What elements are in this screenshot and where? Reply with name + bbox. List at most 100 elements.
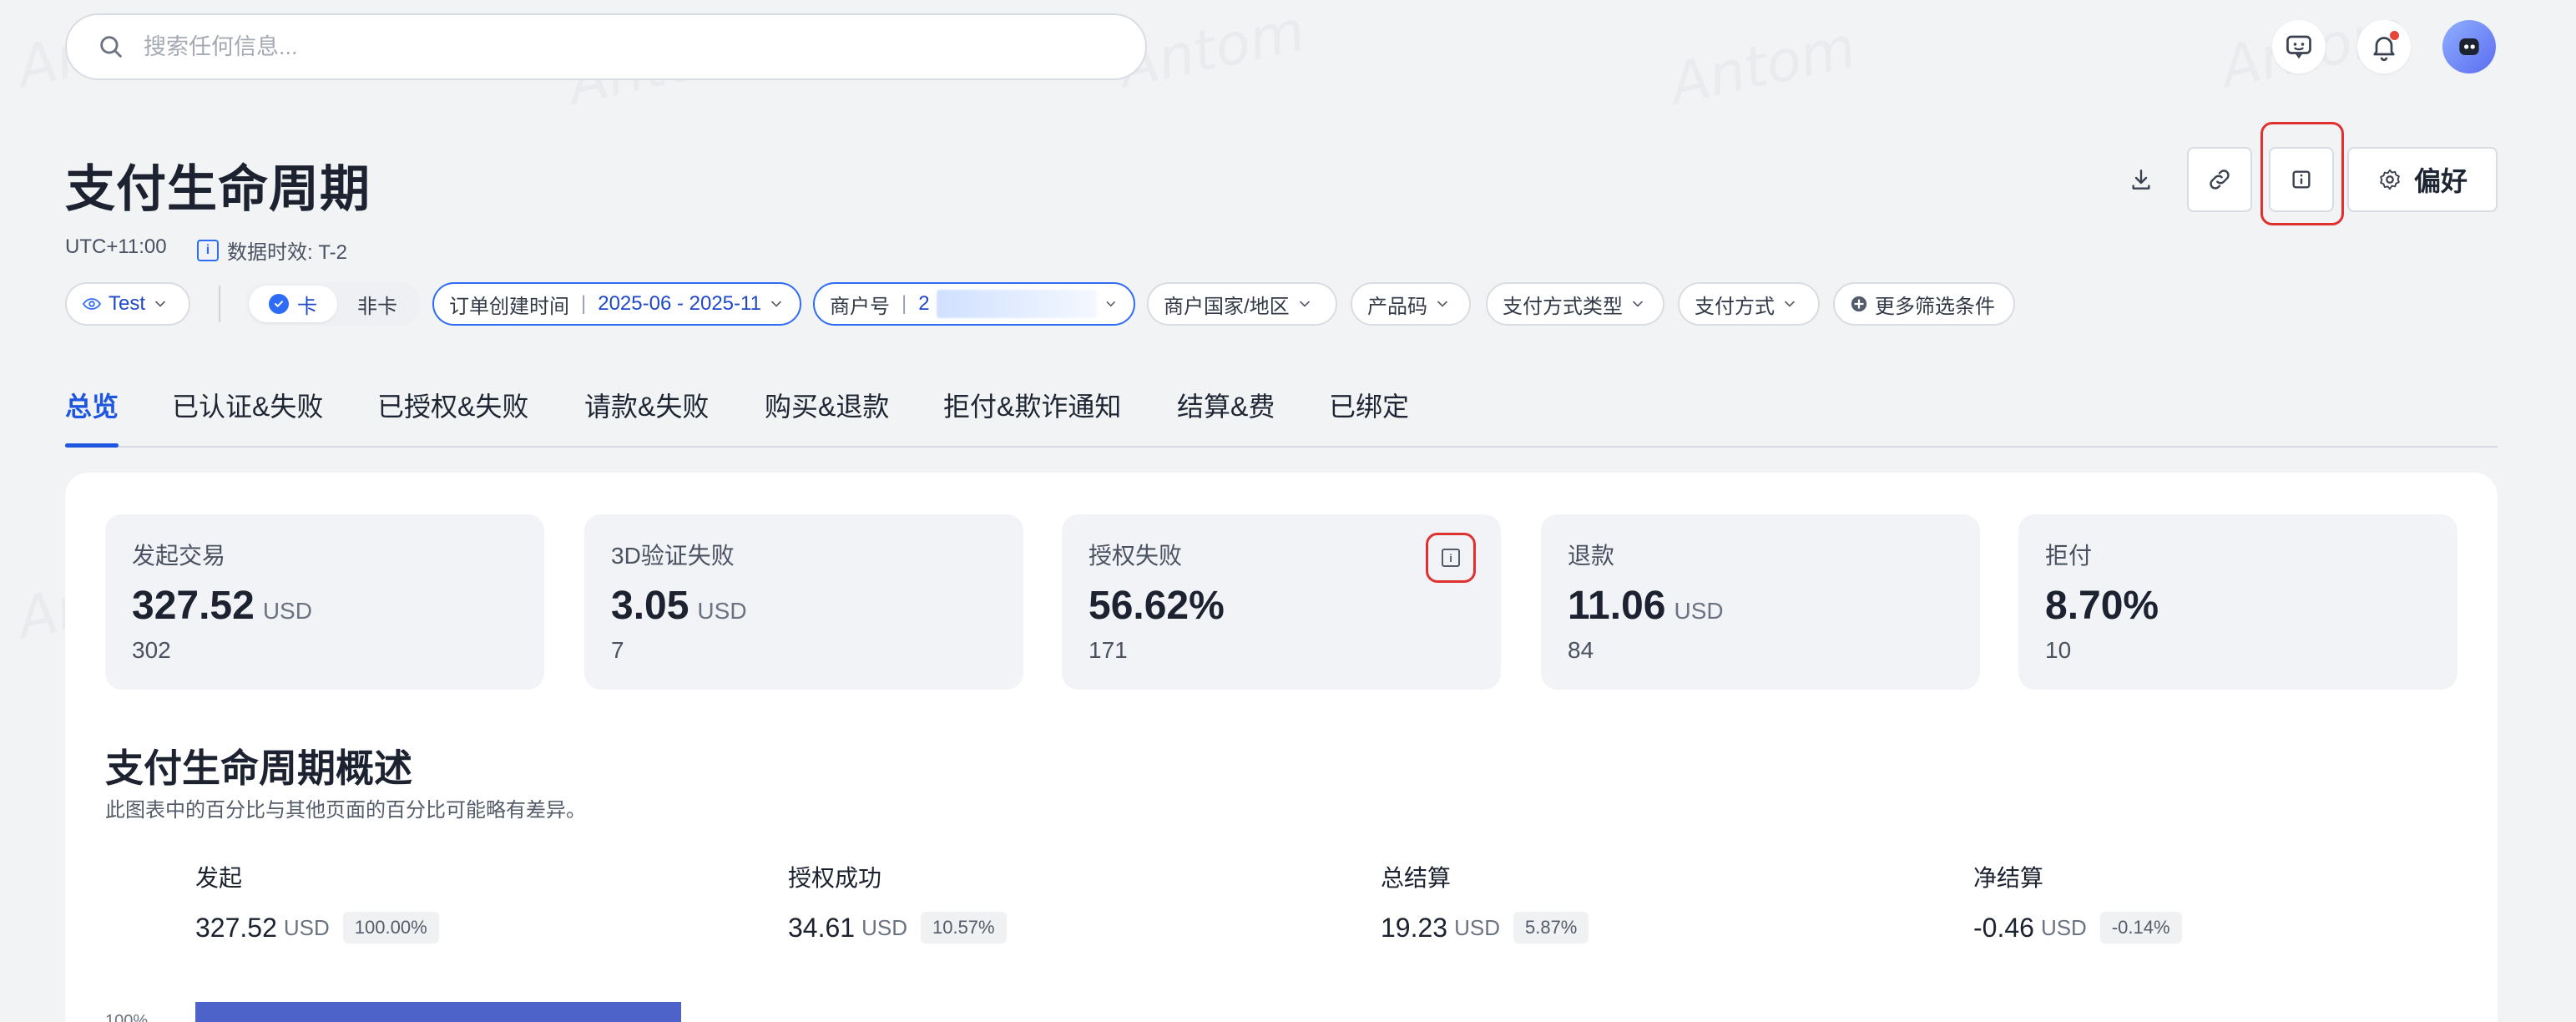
section-subtitle: 此图表中的百分比与其他页面的百分比可能略有差异。 [105, 799, 586, 822]
tab-capture[interactable]: 请款&失败 [584, 386, 709, 446]
data-freshness: i 数据时效: T-2 [197, 235, 347, 265]
kpi-card-chargeback[interactable]: 拒付 8.70% 10 [2018, 514, 2457, 690]
stage-unit: USD [1454, 914, 1500, 940]
kpi-count: 302 [132, 637, 171, 663]
kpi-value: 11.06 USD [1568, 584, 1724, 628]
merchant-filter[interactable]: 商户号 | 2 [813, 282, 1135, 326]
chevron-down-icon [1633, 301, 1643, 307]
kpi-card-auth-failed[interactable]: 授权失败 56.62% 171 i [1062, 514, 1501, 690]
stage-unit: USD [861, 914, 907, 940]
kpi-count: 7 [611, 637, 624, 663]
product-code-label: 产品码 [1367, 295, 1427, 318]
tab-overview[interactable]: 总览 [65, 386, 119, 448]
tab-authenticated[interactable]: 已认证&失败 [172, 386, 323, 446]
stage-gross-settlement: 总结算 19.23 USD 5.87% [1381, 860, 1589, 944]
kpi-label: 发起交易 [132, 543, 226, 569]
kpi-card-refund[interactable]: 退款 11.06 USD 84 [1541, 514, 1980, 690]
info-icon: i [197, 239, 219, 261]
stage-percent-badge: 100.00% [342, 912, 439, 944]
stage-value: 34.61 [788, 912, 856, 943]
env-selector[interactable]: Test [65, 282, 190, 326]
data-freshness-text: 数据时效: T-2 [227, 241, 348, 264]
tab-authorized[interactable]: 已授权&失败 [377, 386, 528, 446]
segment-card[interactable]: 卡 [249, 286, 337, 322]
kpi-card-initiated[interactable]: 发起交易 327.52 USD 302 [105, 514, 544, 690]
notifications-button[interactable] [2357, 20, 2411, 73]
env-value: Test [109, 292, 146, 315]
timezone-label: UTC+11:00 [65, 235, 167, 258]
kpi-label: 3D验证失败 [611, 543, 735, 569]
stage-label: 总结算 [1381, 865, 1452, 891]
segment-card-label: 卡 [297, 295, 317, 318]
stage-unit: USD [2040, 914, 2087, 940]
chevron-down-icon [1299, 301, 1310, 307]
payment-method-label: 支付方式 [1695, 295, 1775, 318]
stage-net-settlement: 净结算 -0.46 USD -0.14% [1973, 860, 2182, 944]
assistant-button[interactable] [2272, 20, 2326, 73]
payment-method-filter[interactable]: 支付方式 [1678, 282, 1820, 326]
gear-icon [2380, 169, 2400, 190]
global-search[interactable] [65, 13, 1147, 80]
chevron-down-icon [771, 301, 781, 307]
chevron-down-icon [1785, 301, 1795, 307]
chart-axis-label: 100% [105, 1012, 149, 1022]
stage-label: 净结算 [1973, 865, 2044, 891]
kpi-info-button[interactable]: i [1426, 533, 1476, 583]
segment-non-card[interactable]: 非卡 [337, 286, 417, 322]
copy-link-button[interactable] [2187, 147, 2252, 212]
stage-percent-badge: -0.14% [2099, 912, 2182, 944]
download-button[interactable] [2109, 147, 2174, 212]
order-time-value: 2025-06 - 2025-11 [598, 292, 761, 315]
redacted-merchant-id [936, 290, 1098, 318]
kpi-value: 327.52 USD [132, 584, 312, 628]
merchant-value: 2 [918, 292, 930, 315]
section-title: 支付生命周期概述 [105, 746, 412, 790]
merchant-country-filter[interactable]: 商户国家/地区 [1147, 282, 1337, 326]
tab-chargeback[interactable]: 拒付&欺诈通知 [943, 386, 1121, 446]
stage-label: 授权成功 [788, 865, 882, 891]
more-filters-button[interactable]: 更多筛选条件 [1833, 282, 2015, 326]
tab-bar: 总览 已认证&失败 已授权&失败 请款&失败 购买&退款 拒付&欺诈通知 结算&… [65, 386, 2498, 448]
info-square-icon [2292, 170, 2311, 189]
product-code-filter[interactable]: 产品码 [1351, 282, 1471, 326]
chevron-down-icon [1107, 301, 1116, 307]
tab-purchase-refund[interactable]: 购买&退款 [765, 386, 889, 446]
kpi-value: 3.05 USD [611, 584, 747, 628]
payment-method-type-filter[interactable]: 支付方式类型 [1486, 282, 1664, 326]
notification-dot [2390, 31, 2399, 40]
check-icon [269, 294, 289, 314]
user-avatar[interactable] [2442, 20, 2496, 73]
stage-label: 发起 [195, 865, 243, 891]
robot-avatar-icon [2459, 38, 2479, 55]
page-title: 支付生命周期 [65, 161, 371, 217]
stage-percent-badge: 5.87% [1513, 912, 1589, 944]
tab-bound[interactable]: 已绑定 [1329, 386, 1409, 446]
kpi-label: 授权失败 [1088, 543, 1183, 569]
eye-icon [82, 298, 102, 310]
filter-divider [219, 286, 220, 322]
card-type-toggle[interactable]: 卡 非卡 [245, 282, 421, 326]
segment-non-card-label: 非卡 [357, 295, 397, 318]
plus-circle-icon [1851, 296, 1867, 312]
download-icon [2132, 169, 2150, 190]
chart-bar-initiated [195, 1002, 681, 1022]
info-square-icon: i [1442, 549, 1460, 567]
info-button[interactable] [2269, 147, 2334, 212]
kpi-card-3ds-failed[interactable]: 3D验证失败 3.05 USD 7 [584, 514, 1023, 690]
stage-unit: USD [283, 914, 330, 940]
order-time-filter[interactable]: 订单创建时间 | 2025-06 - 2025-11 [432, 282, 801, 326]
preferences-button[interactable]: 偏好 [2347, 147, 2498, 212]
kpi-label: 拒付 [2045, 543, 2093, 569]
payment-method-type-label: 支付方式类型 [1503, 295, 1623, 318]
preferences-label: 偏好 [2413, 166, 2467, 196]
stage-value: -0.46 [1973, 912, 2034, 943]
order-time-label: 订单创建时间 [449, 295, 569, 318]
kpi-count: 10 [2045, 637, 2072, 663]
merchant-country-label: 商户国家/地区 [1164, 295, 1290, 318]
tab-settlement[interactable]: 结算&费 [1177, 386, 1275, 446]
kpi-count: 84 [1568, 637, 1594, 663]
search-input[interactable] [144, 33, 1062, 60]
merchant-label: 商户号 [830, 295, 890, 318]
stage-auth-success: 授权成功 34.61 USD 10.57% [788, 860, 1007, 944]
watermark: Antom [1664, 14, 1861, 119]
